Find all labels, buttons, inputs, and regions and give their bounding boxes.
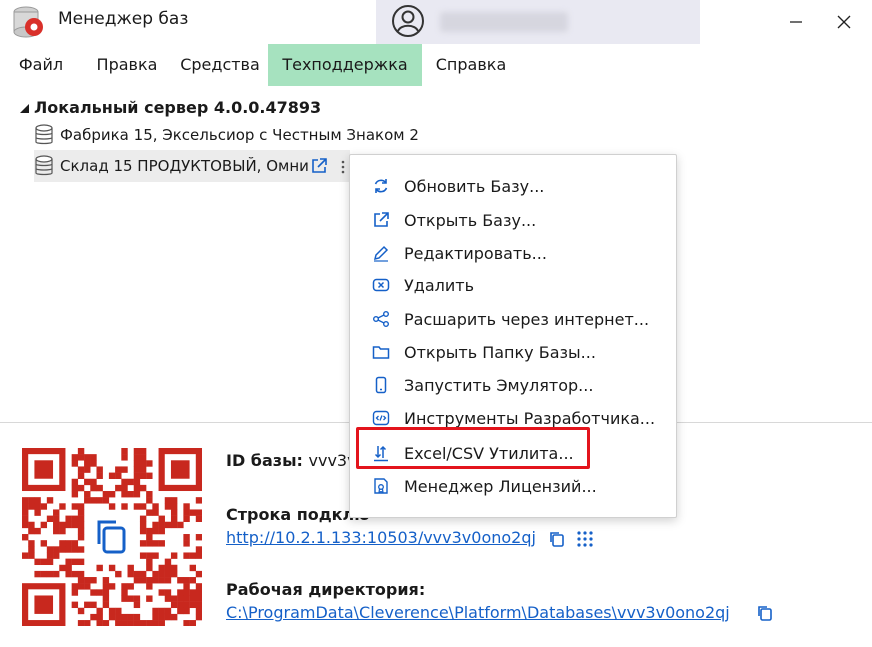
tree-node-database[interactable]: Фабрика 15, Экcельсиор с Честным Знаком … — [34, 124, 419, 146]
minimize-icon — [790, 21, 802, 23]
ctx-item-label: Расшарить через интернет... — [404, 309, 650, 329]
ctx-item-label: Редактировать... — [404, 243, 547, 263]
ctx-edit[interactable]: Редактировать... — [350, 236, 676, 270]
db-id-label: ID базы: — [226, 451, 303, 470]
tree-root-server[interactable]: Локальный сервер 4.0.0.47893 — [18, 98, 321, 117]
ctx-share[interactable]: Расшарить через интернет... — [350, 302, 676, 336]
menu-support[interactable]: Техподдержка — [268, 44, 422, 86]
work-directory-link[interactable]: C:\ProgramData\Cleverence\Platform\Datab… — [226, 603, 730, 622]
refresh-icon — [374, 179, 388, 193]
menu-tools[interactable]: Средства — [172, 44, 268, 86]
ctx-open-db[interactable]: Открыть Базу... — [350, 203, 676, 237]
connection-string-link[interactable]: http://10.2.1.133:10503/vvv3v0ono2qj — [226, 528, 536, 547]
account-name-blurred — [440, 12, 568, 32]
qr-grid-icon[interactable] — [576, 530, 594, 548]
close-button[interactable] — [822, 0, 866, 44]
qr-code — [22, 448, 202, 626]
menu-help[interactable]: Справка — [422, 44, 520, 86]
database-icon — [35, 155, 53, 176]
tree-root-label: Локальный сервер 4.0.0.47893 — [34, 98, 322, 117]
collapse-triangle-icon[interactable] — [18, 102, 30, 114]
menu-file[interactable]: Файл — [0, 44, 82, 86]
delete-icon — [372, 278, 390, 292]
ctx-open-folder[interactable]: Открыть Папку Базы... — [350, 335, 676, 369]
close-icon — [837, 15, 851, 29]
user-avatar-icon[interactable] — [391, 4, 425, 38]
tree-node-label: Фабрика 15, Экcельсиор с Честным Знаком … — [60, 126, 419, 144]
app-logo-icon — [13, 6, 43, 38]
work-directory-label: Рабочая директория: — [226, 580, 426, 599]
more-options-icon[interactable] — [340, 160, 346, 174]
share-icon — [373, 311, 389, 327]
ctx-run-emulator[interactable]: Запустить Эмулятор... — [350, 368, 676, 402]
license-icon — [374, 478, 388, 494]
ctx-item-label: Открыть Папку Базы... — [404, 342, 596, 362]
ctx-item-label: Менеджер Лицензий... — [404, 476, 597, 496]
folder-icon — [372, 346, 390, 359]
ctx-item-label: Запустить Эмулятор... — [404, 375, 594, 395]
db-id-row: ID базы: vvv3v — [226, 451, 357, 470]
open-external-icon — [374, 212, 389, 227]
copy-icon[interactable] — [756, 604, 774, 622]
ctx-item-label: Обновить Базу... — [404, 176, 545, 196]
ctx-item-label: Инструменты Разработчика... — [404, 408, 656, 428]
copy-icon[interactable] — [548, 530, 566, 548]
ctx-item-label: Удалить — [404, 275, 474, 295]
tree-node-database-selected[interactable]: Склад 15 ПРОДУКТОВЫЙ, Омни — [34, 150, 350, 182]
menu-edit[interactable]: Правка — [82, 44, 172, 86]
highlight-annotation — [356, 427, 590, 469]
menu-bar: Файл Правка Средства Техподдержка Справк… — [0, 44, 872, 86]
window-title: Менеджер баз — [58, 9, 189, 29]
code-icon — [372, 410, 390, 426]
phone-icon — [375, 376, 387, 394]
ctx-delete[interactable]: Удалить — [350, 268, 676, 302]
ctx-item-label: Открыть Базу... — [404, 210, 537, 230]
ctx-license-manager[interactable]: Менеджер Лицензий... — [350, 469, 676, 503]
ctx-refresh-db[interactable]: Обновить Базу... — [350, 169, 676, 203]
open-external-icon[interactable] — [310, 157, 328, 175]
title-bar: Менеджер баз — [0, 0, 872, 44]
pencil-icon — [373, 245, 389, 262]
minimize-button[interactable] — [774, 0, 818, 44]
tree-node-label: Склад 15 ПРОДУКТОВЫЙ, Омни — [60, 157, 309, 175]
database-icon — [35, 124, 53, 145]
